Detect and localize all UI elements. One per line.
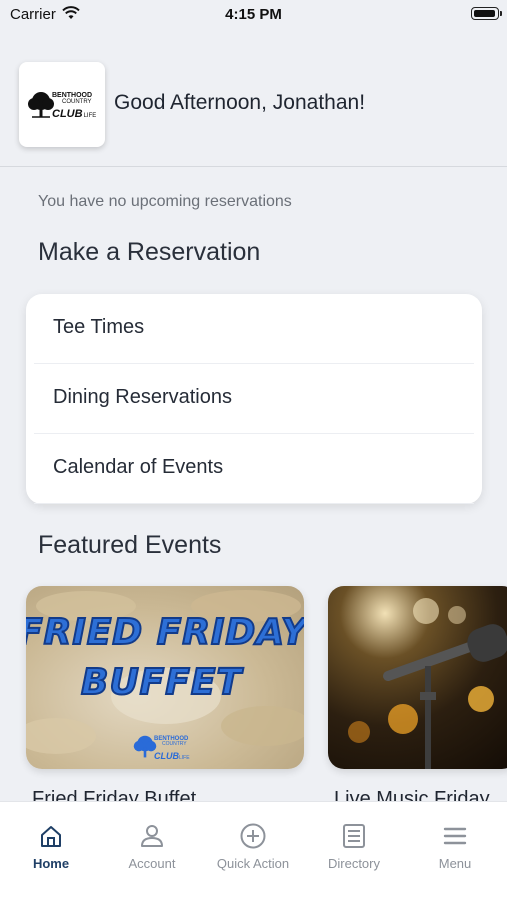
plus-circle-icon <box>240 823 266 849</box>
tab-quick-action-label: Quick Action <box>216 856 290 871</box>
tab-directory[interactable]: Directory <box>304 820 404 876</box>
tee-times-label: Tee Times <box>53 316 145 338</box>
dining-reservations-option[interactable]: Dining Reservations <box>26 364 482 434</box>
logo-wordmark: BENTHOOD COUNTRY CLUBLIFE <box>52 92 100 121</box>
event-card-fried-friday[interactable]: FRIED FRIDAY BUFFET BENTHOOD COUNTRY CLU… <box>26 586 304 769</box>
tab-account-label: Account <box>128 856 176 871</box>
clock: 4:15 PM <box>225 6 282 23</box>
logo-line-1: BENTHOOD <box>52 92 93 99</box>
make-reservation-title: Make a Reservation <box>38 238 261 266</box>
event-logo-line-3: CLUB <box>154 751 179 761</box>
microphone-icon <box>383 624 507 769</box>
list-icon <box>343 824 365 848</box>
event-card-live-music[interactable] <box>328 586 507 769</box>
event-image-headline: FRIED FRIDAY <box>26 611 304 654</box>
tab-menu[interactable]: Menu <box>405 820 505 876</box>
battery-icon <box>471 7 502 20</box>
bottom-tab-bar: Home Account Quick Action Directory Menu <box>0 801 507 900</box>
logo-line-2: COUNTRY <box>62 99 92 105</box>
divider <box>34 503 474 504</box>
event-club-logo: BENTHOOD COUNTRY CLUBLIFE <box>132 734 212 762</box>
calendar-of-events-option[interactable]: Calendar of Events <box>26 434 482 504</box>
status-bar: Carrier 4:15 PM <box>0 0 507 30</box>
tee-times-option[interactable]: Tee Times <box>26 294 482 364</box>
tab-account[interactable]: Account <box>102 820 202 876</box>
calendar-of-events-label: Calendar of Events <box>53 456 224 478</box>
tab-menu-label: Menu <box>438 856 472 871</box>
event-logo-line-4: LIFE <box>179 755 190 761</box>
hamburger-icon <box>443 827 467 845</box>
event-image-subheadline: BUFFET <box>80 661 243 704</box>
logo-line-3: CLUB <box>52 108 83 120</box>
event-logo-line-2: COUNTRY <box>162 741 187 747</box>
featured-events-title: Featured Events <box>38 531 222 559</box>
person-icon <box>141 825 163 847</box>
event-logo-wordmark: BENTHOOD COUNTRY CLUBLIFE <box>154 736 190 763</box>
greeting: Good Afternoon, Jonathan! <box>114 91 366 114</box>
tab-directory-label: Directory <box>327 856 380 871</box>
tab-quick-action[interactable]: Quick Action <box>203 820 303 876</box>
logo-line-4: LIFE <box>83 113 97 119</box>
tab-home-label: Home <box>32 856 70 871</box>
club-logo[interactable]: BENTHOOD COUNTRY CLUBLIFE <box>19 62 105 147</box>
reservation-options-card: Tee Times Dining Reservations Calendar o… <box>26 294 482 504</box>
no-reservations-message: You have no upcoming reservations <box>38 193 292 210</box>
dining-reservations-label: Dining Reservations <box>53 386 232 408</box>
tab-home[interactable]: Home <box>1 820 101 876</box>
home-icon <box>41 826 61 847</box>
header: BENTHOOD COUNTRY CLUBLIFE Good Afternoon… <box>0 30 507 167</box>
